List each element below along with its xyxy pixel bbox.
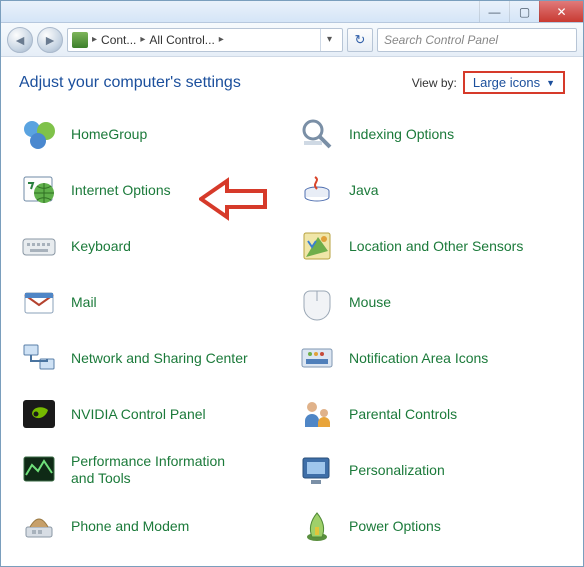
control-panel-item-mail[interactable]: Mail <box>19 280 287 324</box>
control-panel-item-realtek-hd-audio-manager[interactable]: Realtek HD Audio Manager <box>297 560 565 566</box>
item-label: Mouse <box>349 294 391 311</box>
location-and-other-sensors-icon <box>297 226 337 266</box>
control-panel-item-parental-controls[interactable]: Parental Controls <box>297 392 565 436</box>
item-label: Personalization <box>349 462 445 479</box>
internet-options-icon <box>19 170 59 210</box>
control-panel-item-mouse[interactable]: Mouse <box>297 280 565 324</box>
performance-information-tools-icon <box>19 450 59 490</box>
item-label: Power Options <box>349 518 441 535</box>
item-label: NVIDIA Control Panel <box>71 406 206 423</box>
item-label: Internet Options <box>71 182 171 199</box>
breadcrumb-label: Cont... <box>101 33 136 47</box>
breadcrumb-all-items[interactable]: All Control... ▸ <box>149 33 225 47</box>
homegroup-icon <box>19 114 59 154</box>
network-sharing-center-icon <box>19 338 59 378</box>
phone-and-modem-icon <box>19 506 59 546</box>
address-bar[interactable]: ▸ Cont... ▸ All Control... ▸ ▾ <box>67 28 343 52</box>
view-by-dropdown[interactable]: Large icons ▼ <box>463 71 565 94</box>
java-icon <box>297 170 337 210</box>
close-button[interactable]: ✕ <box>539 1 583 22</box>
nvidia-control-panel-icon <box>19 394 59 434</box>
parental-controls-icon <box>297 394 337 434</box>
item-label: Notification Area Icons <box>349 350 488 367</box>
item-label: Location and Other Sensors <box>349 238 523 255</box>
control-panel-item-phone-and-modem[interactable]: Phone and Modem <box>19 504 287 548</box>
item-label: Parental Controls <box>349 406 457 423</box>
control-panel-window: — ▢ ✕ ◄ ► ▸ Cont... ▸ All Control... ▸ ▾… <box>0 0 584 567</box>
control-panel-item-homegroup[interactable]: HomeGroup <box>19 112 287 156</box>
control-panel-item-power-options[interactable]: Power Options <box>297 504 565 548</box>
power-options-icon <box>297 506 337 546</box>
item-label: Mail <box>71 294 97 311</box>
control-panel-item-nvidia-control-panel[interactable]: NVIDIA Control Panel <box>19 392 287 436</box>
refresh-button[interactable]: ↻ <box>347 28 373 52</box>
window-titlebar: — ▢ ✕ <box>1 1 583 23</box>
indexing-options-icon <box>297 114 337 154</box>
control-panel-item-location-and-other-sensors[interactable]: Location and Other Sensors <box>297 224 565 268</box>
control-panel-item-network-sharing-center[interactable]: Network and Sharing Center <box>19 336 287 380</box>
search-input[interactable] <box>377 28 577 52</box>
item-label: Keyboard <box>71 238 131 255</box>
control-panel-item-java[interactable]: Java <box>297 168 565 212</box>
keyboard-icon <box>19 226 59 266</box>
breadcrumb-label: All Control... <box>149 33 214 47</box>
breadcrumb-root[interactable]: ▸ Cont... ▸ <box>90 33 147 47</box>
forward-button[interactable]: ► <box>37 27 63 53</box>
view-by-control: View by: Large icons ▼ <box>412 71 565 94</box>
mouse-icon <box>297 282 337 322</box>
mail-icon <box>19 282 59 322</box>
maximize-button[interactable]: ▢ <box>509 1 539 22</box>
control-panel-item-internet-options[interactable]: Internet Options <box>19 168 287 212</box>
item-label: Phone and Modem <box>71 518 189 535</box>
control-panel-item-indexing-options[interactable]: Indexing Options <box>297 112 565 156</box>
back-button[interactable]: ◄ <box>7 27 33 53</box>
items-grid: HomeGroup Indexing Options Internet Option… <box>19 112 565 566</box>
page-title: Adjust your computer's settings <box>19 74 241 92</box>
control-panel-item-keyboard[interactable]: Keyboard <box>19 224 287 268</box>
control-panel-item-notification-area-icons[interactable]: Notification Area Icons <box>297 336 565 380</box>
minimize-button[interactable]: — <box>479 1 509 22</box>
item-label: Network and Sharing Center <box>71 350 248 367</box>
item-label: Java <box>349 182 379 199</box>
personalization-icon <box>297 450 337 490</box>
navigation-bar: ◄ ► ▸ Cont... ▸ All Control... ▸ ▾ ↻ <box>1 23 583 57</box>
item-label: Performance Information and Tools <box>71 453 251 487</box>
content-area: Adjust your computer's settings View by:… <box>1 57 583 566</box>
control-panel-item-personalization[interactable]: Personalization <box>297 448 565 492</box>
programs-and-features-icon <box>19 562 59 566</box>
window-controls: — ▢ ✕ <box>479 1 583 22</box>
chevron-down-icon: ▼ <box>546 78 555 88</box>
header-row: Adjust your computer's settings View by:… <box>19 71 565 112</box>
notification-area-icons-icon <box>297 338 337 378</box>
view-by-label: View by: <box>412 76 457 90</box>
control-panel-icon <box>72 32 88 48</box>
realtek-hd-audio-manager-icon <box>297 562 337 566</box>
control-panel-item-programs-and-features[interactable]: Programs and Features <box>19 560 287 566</box>
view-by-value: Large icons <box>473 75 540 90</box>
control-panel-item-performance-information-tools[interactable]: Performance Information and Tools <box>19 448 287 492</box>
address-dropdown[interactable]: ▾ <box>320 29 338 51</box>
item-label: Indexing Options <box>349 126 454 143</box>
item-label: HomeGroup <box>71 126 147 143</box>
